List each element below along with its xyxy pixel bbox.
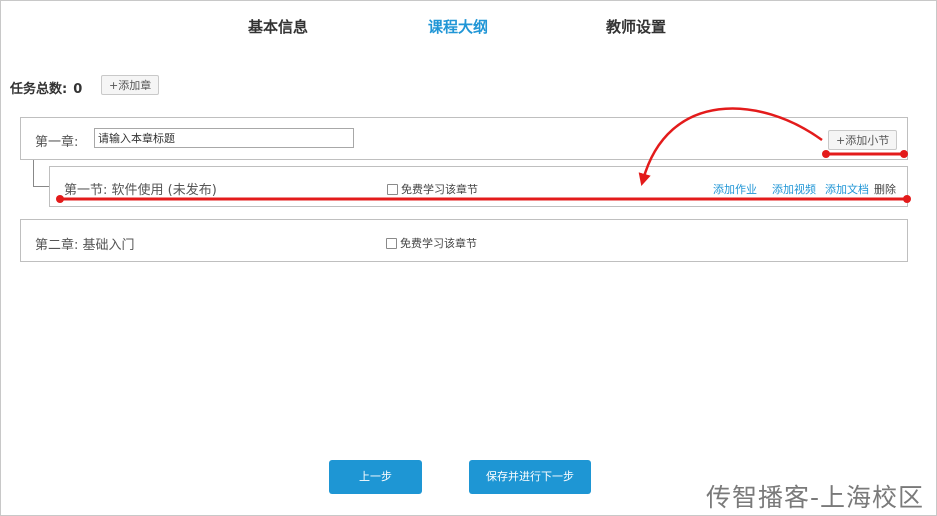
chapter-1-label: 第一章: xyxy=(35,135,79,150)
tree-connector-horizontal xyxy=(33,186,49,187)
chapter-free-label: 免费学习该章节 xyxy=(400,237,477,250)
task-summary: 任务总数: 0 xyxy=(10,78,82,97)
task-total-label: 任务总数: xyxy=(10,82,68,97)
chapter-title-input[interactable] xyxy=(94,128,354,148)
tab-course-outline[interactable]: 课程大纲 xyxy=(428,16,488,37)
section-free-label: 免费学习该章节 xyxy=(401,183,478,196)
add-video-link[interactable]: 添加视频 xyxy=(772,181,816,197)
watermark-text: 传智播客-上海校区 xyxy=(706,483,925,512)
previous-step-button[interactable]: 上一步 xyxy=(329,460,422,494)
tree-connector-vertical xyxy=(33,160,34,187)
tab-basic-info[interactable]: 基本信息 xyxy=(248,16,308,37)
section-free-checkbox[interactable]: 免费学习该章节 xyxy=(387,181,478,197)
add-document-link[interactable]: 添加文档 xyxy=(825,181,869,197)
checkbox-icon[interactable] xyxy=(387,183,398,195)
add-section-button[interactable]: +添加小节 xyxy=(828,130,898,150)
checkbox-icon[interactable] xyxy=(386,237,397,249)
delete-link[interactable]: 删除 xyxy=(874,181,896,197)
chapter-2-label: 第二章: 基础入门 xyxy=(35,238,135,253)
add-chapter-button[interactable]: +添加章 xyxy=(101,75,160,95)
section-row-1: 第一节: 软件使用 (未发布) 免费学习该章节 添加作业 添加视频 添加文档 删… xyxy=(49,166,908,207)
add-homework-link[interactable]: 添加作业 xyxy=(713,181,757,197)
chapter-row-1: 第一章: +添加小节 xyxy=(20,117,908,160)
chapter-free-checkbox[interactable]: 免费学习该章节 xyxy=(386,235,477,251)
section-1-label: 第一节: 软件使用 (未发布) xyxy=(64,183,217,198)
task-total-count: 0 xyxy=(73,82,83,97)
save-and-next-button[interactable]: 保存并进行下一步 xyxy=(469,460,591,494)
chapter-row-2: 第二章: 基础入门 免费学习该章节 xyxy=(20,219,908,262)
tab-teacher-settings[interactable]: 教师设置 xyxy=(606,16,666,37)
